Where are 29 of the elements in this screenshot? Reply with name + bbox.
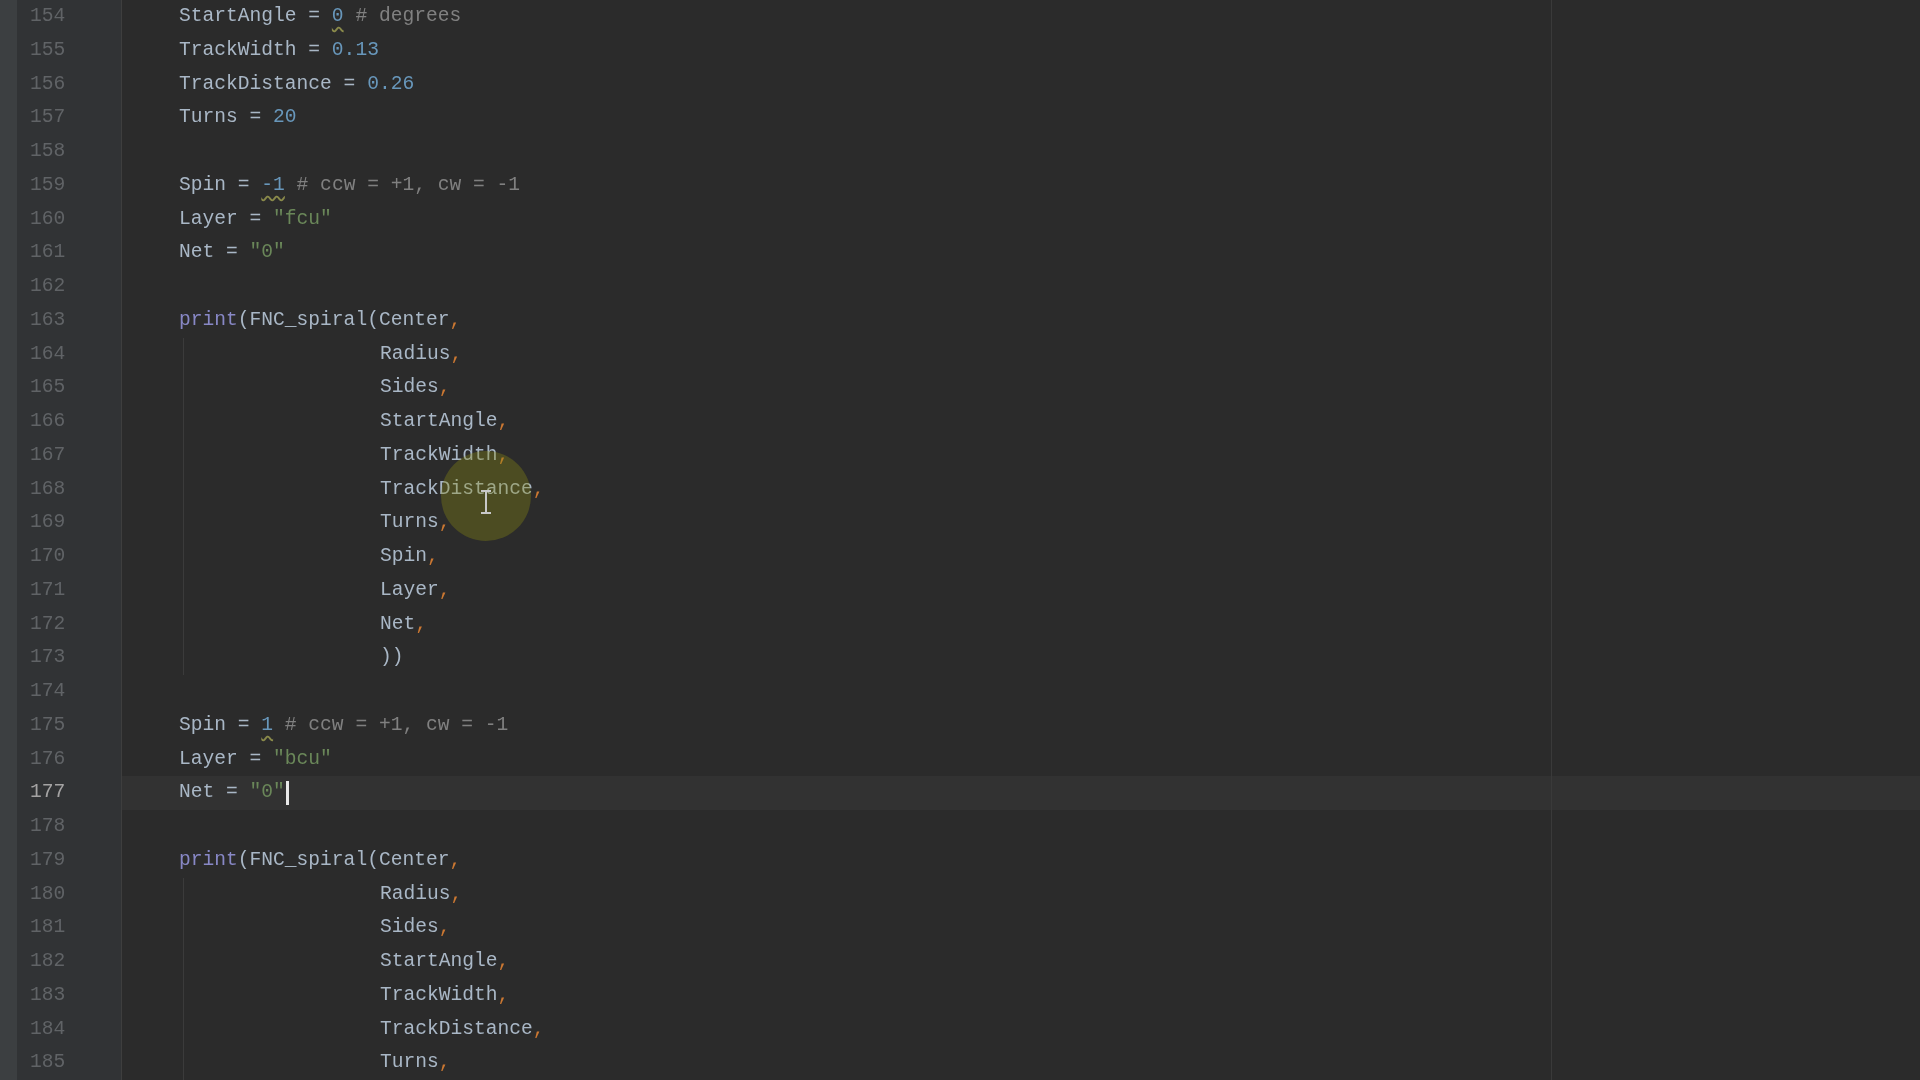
code-line: TrackWidth = 0.13 <box>179 40 379 61</box>
code-line: print(FNC_spiral(Center, <box>179 850 462 871</box>
code-line: StartAngle, <box>380 952 510 972</box>
code-line: Radius, <box>380 884 463 905</box>
line-number: 177 <box>30 783 66 803</box>
code-line: Turns, <box>380 1053 451 1073</box>
code-line: Layer = "fcu" <box>179 209 332 230</box>
code-line: Turns, <box>380 513 451 533</box>
code-line: Spin = -1 # ccw = +1, cw = -1 <box>179 175 520 196</box>
code-line: Net = "0" <box>179 783 285 803</box>
code-line: Radius, <box>380 344 463 365</box>
code-line: Sides, <box>380 918 451 938</box>
code-line: TrackDistance, <box>380 1019 545 1040</box>
code-line: print(FNC_spiral(Center, <box>179 310 462 331</box>
code-line: Spin = 1 # ccw = +1, cw = -1 <box>179 715 509 736</box>
code-line: TrackWidth, <box>380 445 510 466</box>
code-line: Layer, <box>380 580 451 601</box>
code-line: StartAngle = 0 # degrees <box>179 7 462 27</box>
code-line: Net, <box>380 614 428 635</box>
code-line: TrackWidth, <box>380 985 510 1006</box>
code-line: Layer = "bcu" <box>179 749 332 770</box>
code-line: TrackDistance = 0.26 <box>179 74 415 95</box>
code-line: Net = "0" <box>179 243 285 263</box>
code-line: Sides, <box>380 378 451 398</box>
code-line: StartAngle, <box>380 412 510 432</box>
code-line: Turns = 20 <box>179 108 297 128</box>
code-line: Spin, <box>380 547 439 567</box>
code-line: )) <box>380 648 404 668</box>
code-line: TrackDistance, <box>380 479 545 500</box>
